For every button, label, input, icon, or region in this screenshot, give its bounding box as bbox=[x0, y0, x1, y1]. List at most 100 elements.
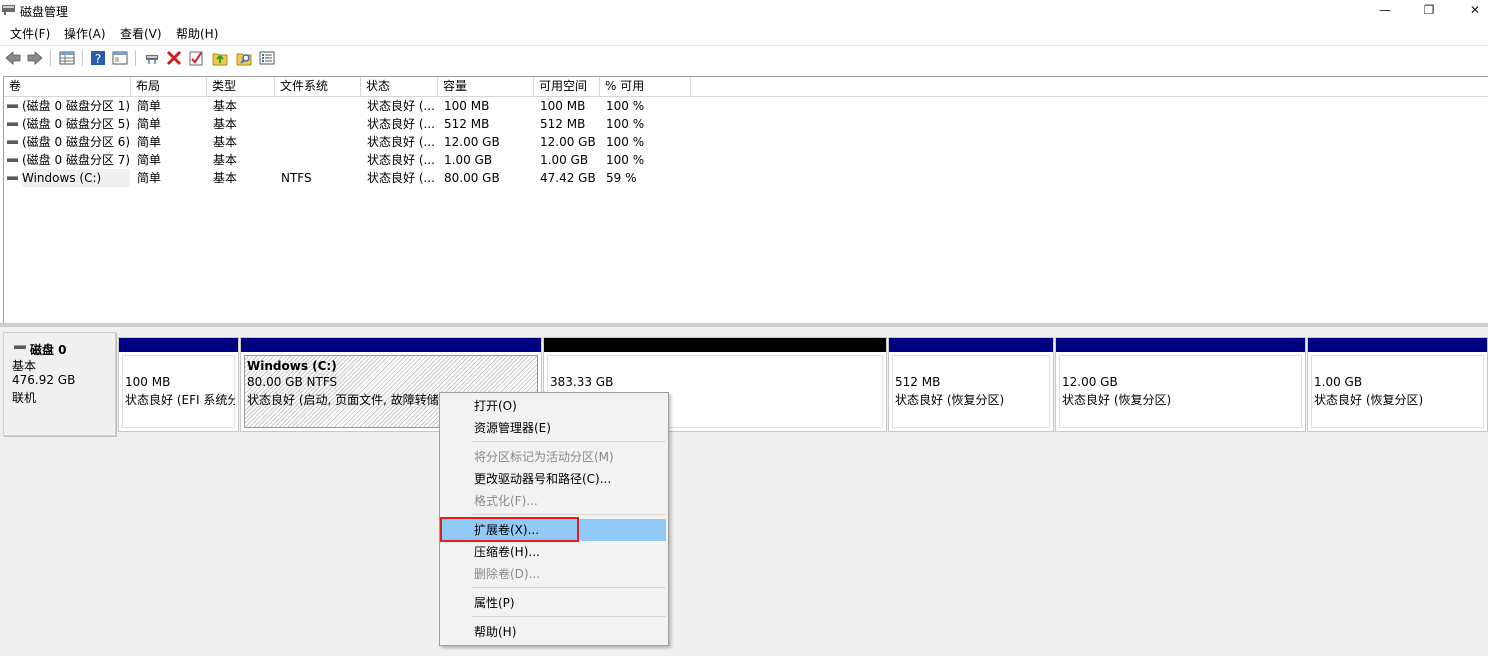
column-header-volume[interactable]: 卷 bbox=[4, 77, 131, 97]
disk-size: 476.92 GB bbox=[12, 373, 76, 387]
properties-grid-icon[interactable] bbox=[58, 49, 76, 67]
menu-separator bbox=[472, 587, 666, 588]
cell-free-space: 100 MB bbox=[540, 99, 586, 113]
cell-capacity: 12.00 GB bbox=[444, 135, 500, 149]
back-icon[interactable] bbox=[4, 49, 22, 67]
partition-status: 状态良好 (恢复分区) bbox=[1314, 393, 1424, 407]
connect-disk-icon[interactable] bbox=[143, 49, 161, 67]
cell-free-space: 1.00 GB bbox=[540, 153, 589, 167]
menu-separator bbox=[472, 514, 666, 515]
toolbar: ? bbox=[0, 45, 1488, 69]
column-header-percent-free[interactable]: % 可用 bbox=[600, 77, 691, 97]
column-header-layout[interactable]: 布局 bbox=[131, 77, 207, 97]
table-row[interactable]: Windows (C:) 简单 基本 NTFS 状态良好 (... 80.00 … bbox=[4, 169, 704, 187]
partition-bar bbox=[889, 338, 1053, 352]
volume-list-header: 卷 布局 类型 文件系统 状态 容量 可用空间 % 可用 bbox=[4, 77, 1488, 97]
menu-help[interactable]: 帮助(H) bbox=[176, 25, 218, 42]
delete-icon[interactable] bbox=[165, 49, 183, 67]
menu-item-delete-volume[interactable]: 删除卷(D)... bbox=[442, 563, 666, 585]
column-header-filesystem[interactable]: 文件系统 bbox=[275, 77, 361, 97]
toolbar-separator bbox=[82, 50, 83, 66]
svg-text:?: ? bbox=[95, 52, 101, 66]
partition-size: 12.00 GB bbox=[1062, 375, 1118, 389]
console-tree-icon[interactable] bbox=[111, 49, 129, 67]
cell-status: 状态良好 (... bbox=[367, 99, 435, 113]
menu-item-change-drive-letter[interactable]: 更改驱动器号和路径(C)... bbox=[442, 468, 666, 490]
cell-capacity: 80.00 GB bbox=[444, 171, 500, 185]
cell-filesystem: NTFS bbox=[281, 171, 312, 185]
cell-layout: 简单 bbox=[137, 135, 162, 149]
menu-item-format[interactable]: 格式化(F)... bbox=[442, 490, 666, 512]
partition-bar bbox=[1056, 338, 1305, 352]
toolbar-separator bbox=[50, 50, 51, 66]
forward-icon[interactable] bbox=[26, 49, 44, 67]
partition-recovery-6[interactable]: 12.00 GB 状态良好 (恢复分区) bbox=[1055, 337, 1306, 432]
search-folder-icon[interactable] bbox=[235, 49, 253, 67]
cell-type: 基本 bbox=[213, 99, 238, 113]
table-row[interactable]: (磁盘 0 磁盘分区 1) 简单 基本 状态良好 (... 100 MB 100… bbox=[4, 97, 704, 115]
cell-layout: 简单 bbox=[137, 117, 162, 131]
cell-layout: 简单 bbox=[137, 171, 162, 185]
column-header-capacity[interactable]: 容量 bbox=[438, 77, 534, 97]
list-view-icon[interactable] bbox=[258, 49, 276, 67]
minimize-button[interactable]: — bbox=[1362, 0, 1408, 22]
volume-list: 卷 布局 类型 文件系统 状态 容量 可用空间 % 可用 (磁盘 0 磁盘分区 … bbox=[3, 76, 1488, 323]
partition-status: 状态良好 (恢复分区) bbox=[895, 393, 1005, 407]
column-header-status[interactable]: 状态 bbox=[361, 77, 438, 97]
column-header-type[interactable]: 类型 bbox=[207, 77, 275, 97]
cell-type: 基本 bbox=[213, 171, 238, 185]
volume-icon bbox=[7, 158, 18, 162]
partition-efi[interactable]: 100 MB 状态良好 (EFI 系统分 bbox=[118, 337, 239, 432]
disk-0-label[interactable]: 磁盘 0 基本 476.92 GB 联机 bbox=[3, 332, 116, 436]
cell-capacity: 100 MB bbox=[444, 99, 490, 113]
help-icon[interactable]: ? bbox=[89, 49, 107, 67]
toolbar-separator bbox=[135, 50, 136, 66]
cell-volume: Windows (C:) bbox=[22, 169, 130, 187]
folder-up-icon[interactable] bbox=[211, 49, 229, 67]
disk-icon bbox=[14, 345, 26, 349]
cell-free-space: 47.42 GB bbox=[540, 171, 596, 185]
disk-type: 基本 bbox=[12, 359, 37, 373]
menu-item-open[interactable]: 打开(O) bbox=[442, 395, 666, 417]
partition-recovery-5[interactable]: 512 MB 状态良好 (恢复分区) bbox=[888, 337, 1054, 432]
cell-type: 基本 bbox=[213, 117, 238, 131]
cell-capacity: 1.00 GB bbox=[444, 153, 493, 167]
cell-volume: (磁盘 0 磁盘分区 6) bbox=[22, 135, 130, 149]
title-bar: 磁盘管理 — ❐ ✕ bbox=[0, 0, 1488, 22]
disk-management-app-icon bbox=[2, 5, 15, 15]
menu-item-properties[interactable]: 属性(P) bbox=[442, 592, 666, 614]
column-header-free-space[interactable]: 可用空间 bbox=[534, 77, 600, 97]
unallocated-bar bbox=[544, 338, 886, 352]
menu-item-shrink-volume[interactable]: 压缩卷(H)... bbox=[442, 541, 666, 563]
menu-item-help[interactable]: 帮助(H) bbox=[442, 621, 666, 643]
volume-icon bbox=[7, 176, 18, 180]
annotation-highlight-box bbox=[440, 517, 579, 542]
menu-view[interactable]: 查看(V) bbox=[120, 25, 162, 42]
partition-status: 状态良好 (恢复分区) bbox=[1062, 393, 1172, 407]
table-row[interactable]: (磁盘 0 磁盘分区 7) 简单 基本 状态良好 (... 1.00 GB 1.… bbox=[4, 151, 704, 169]
partition-title: Windows (C:) bbox=[247, 359, 337, 373]
table-row[interactable]: (磁盘 0 磁盘分区 6) 简单 基本 状态良好 (... 12.00 GB 1… bbox=[4, 133, 704, 151]
cell-layout: 简单 bbox=[137, 99, 162, 113]
menu-item-mark-active[interactable]: 将分区标记为活动分区(M) bbox=[442, 446, 666, 468]
cell-status: 状态良好 (... bbox=[367, 117, 435, 131]
menu-separator bbox=[472, 616, 666, 617]
partition-size: 100 MB bbox=[125, 375, 171, 389]
cell-volume: (磁盘 0 磁盘分区 7) bbox=[22, 153, 130, 167]
volume-icon bbox=[7, 104, 18, 108]
cell-type: 基本 bbox=[213, 135, 238, 149]
partition-bar bbox=[1308, 338, 1487, 352]
partition-bar bbox=[241, 338, 541, 352]
partition-status: 状态良好 (EFI 系统分 bbox=[125, 393, 235, 407]
partition-size: 80.00 GB NTFS bbox=[247, 375, 338, 389]
partition-recovery-7[interactable]: 1.00 GB 状态良好 (恢复分区) bbox=[1307, 337, 1488, 432]
close-button[interactable]: ✕ bbox=[1452, 0, 1488, 22]
check-icon[interactable] bbox=[187, 49, 205, 67]
menu-file[interactable]: 文件(F) bbox=[10, 25, 50, 42]
table-row[interactable]: (磁盘 0 磁盘分区 5) 简单 基本 状态良好 (... 512 MB 512… bbox=[4, 115, 704, 133]
cell-percent-free: 59 % bbox=[606, 171, 637, 185]
cell-percent-free: 100 % bbox=[606, 153, 645, 167]
menu-action[interactable]: 操作(A) bbox=[64, 25, 106, 42]
menu-item-explorer[interactable]: 资源管理器(E) bbox=[442, 417, 666, 439]
maximize-button[interactable]: ❐ bbox=[1406, 0, 1452, 22]
